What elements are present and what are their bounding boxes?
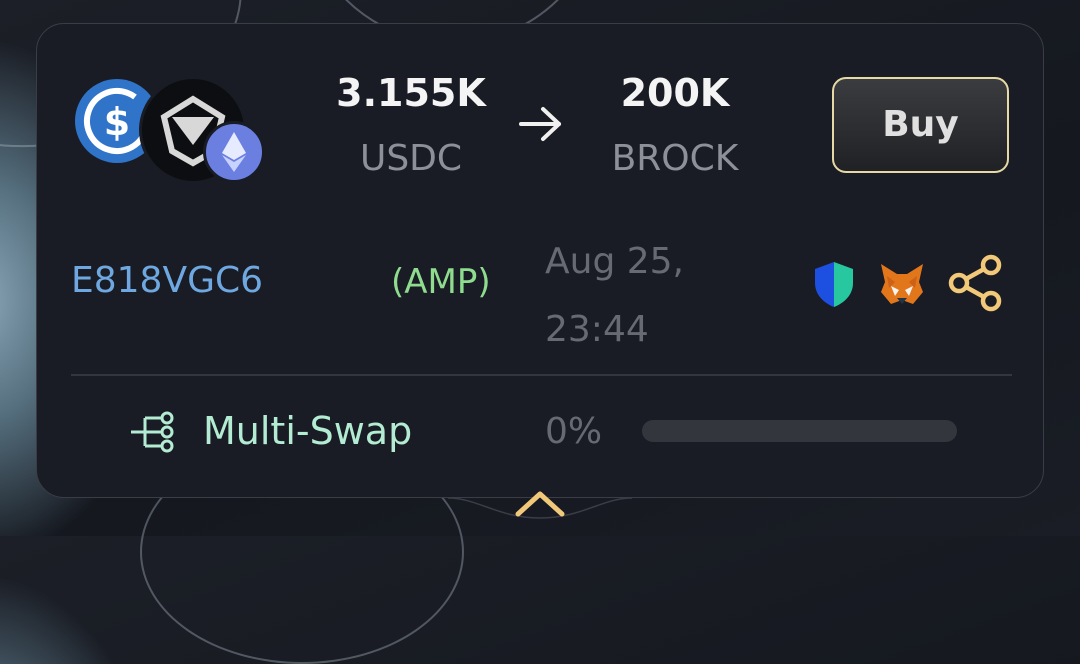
arrow-right-icon [517, 104, 565, 148]
divider [71, 374, 1012, 376]
chevron-up-icon[interactable] [514, 488, 566, 522]
shield-icon[interactable] [811, 259, 857, 313]
pay-amount: 3.155K [336, 71, 486, 115]
multiswap-label[interactable]: Multi-Swap [203, 409, 412, 453]
pay-symbol: USDC [359, 138, 463, 179]
receive-symbol: BROCK [611, 138, 739, 179]
svg-text:$: $ [104, 100, 130, 144]
wallet-id-link[interactable]: E818VGC6 [71, 260, 263, 301]
timestamp-time: 23:44 [545, 309, 649, 350]
progress-bar [642, 420, 957, 442]
buy-button[interactable]: Buy [832, 77, 1009, 173]
timestamp-date: Aug 25, [545, 241, 684, 282]
tree-branch-icon [129, 410, 177, 458]
ethereum-icon [203, 121, 265, 183]
tag-label: (AMP) [391, 262, 491, 302]
share-icon[interactable] [945, 252, 1007, 318]
timestamp: Aug 25, 23:44 [545, 228, 684, 364]
metamask-fox-icon[interactable] [877, 260, 927, 312]
trade-card: $ 3.155K USDC 200K BROCK Buy E818VGC6 (A… [36, 23, 1044, 498]
progress-percent: 0% [545, 411, 603, 452]
receive-amount: 200K [620, 71, 730, 115]
collapse-tab[interactable] [447, 472, 633, 536]
